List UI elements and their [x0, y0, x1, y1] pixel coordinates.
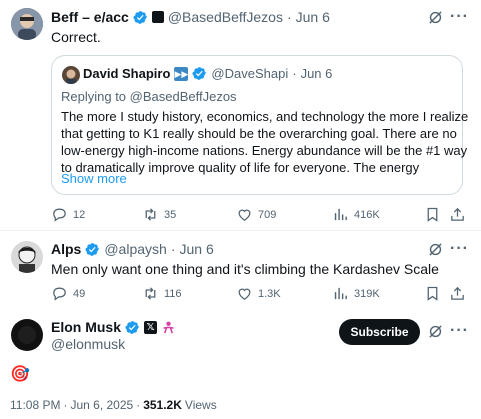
repost-icon: [145, 287, 156, 300]
like-icon: [238, 209, 251, 221]
separator: ·: [170, 241, 176, 257]
like-count: 1.3K: [258, 287, 281, 300]
quoted-tweet[interactable]: David Shapiro ▶▶ @DaveShapi · Jun 6 Repl…: [51, 55, 469, 195]
bookmark-icon[interactable]: [424, 206, 441, 228]
quote-line: The more I study history, economics, and…: [61, 109, 469, 124]
avatar-elon[interactable]: [11, 319, 43, 351]
avatar-image: [11, 319, 43, 351]
replying-to[interactable]: Replying to @BasedBeffJezos: [61, 89, 237, 104]
reply-button[interactable]: 49: [51, 285, 85, 302]
display-name[interactable]: Beff – e/acc: [51, 9, 129, 25]
tweet2-header: Alps @alpaysh · Jun 6: [51, 241, 214, 257]
tweet-text: Men only want one thing and it's climbin…: [51, 261, 439, 277]
handle[interactable]: @elonmusk: [51, 336, 125, 352]
grok-icon[interactable]: [427, 9, 444, 31]
reply-button[interactable]: 12: [51, 206, 85, 223]
affiliate-badge-icon[interactable]: [151, 11, 164, 23]
post-time[interactable]: 11:08 PM: [10, 398, 60, 412]
views-count: 351.2K: [143, 398, 182, 412]
quote-line: low-energy high-income nations. Energy a…: [61, 143, 468, 158]
views-count: 319K: [354, 287, 380, 300]
avatar-shapiro[interactable]: [62, 66, 80, 84]
like-count: 709: [258, 208, 277, 221]
avatar-image: [62, 66, 80, 84]
repost-count: 116: [164, 287, 182, 300]
tweet-emoji: 🎯: [10, 366, 30, 383]
display-name[interactable]: Alps: [51, 241, 81, 257]
separator: ·: [292, 66, 297, 81]
verified-badge-icon[interactable]: [85, 242, 100, 257]
quote-line: that getting to K1 really should be the …: [61, 126, 457, 141]
main-header: Elon Musk 𝕏: [51, 319, 176, 335]
display-name[interactable]: Elon Musk: [51, 319, 121, 335]
fast-forward-emoji-icon: ▶▶: [174, 66, 189, 81]
separator: ·: [63, 398, 68, 412]
timestamp[interactable]: Jun 6: [301, 66, 333, 81]
subscribe-button[interactable]: Subscribe: [339, 319, 420, 345]
repost-count: 35: [164, 208, 177, 221]
views-button[interactable]: 319K: [332, 285, 380, 302]
more-options-icon[interactable]: ···: [450, 240, 469, 258]
verified-badge-icon[interactable]: [192, 66, 207, 81]
repost-button[interactable]: 35: [142, 206, 176, 223]
handle[interactable]: @BasedBeffJezos: [168, 9, 283, 25]
divider: [0, 230, 481, 231]
share-icon[interactable]: [449, 285, 466, 307]
more-options-icon[interactable]: ···: [450, 322, 469, 340]
separator: ·: [286, 9, 292, 25]
timestamp[interactable]: Jun 6: [296, 9, 330, 25]
grok-icon[interactable]: [427, 241, 444, 263]
more-options-icon[interactable]: ···: [450, 8, 469, 26]
quote-header: David Shapiro ▶▶ @DaveShapi · Jun 6: [83, 66, 332, 81]
views-button[interactable]: 416K: [332, 206, 380, 223]
like-icon: [238, 288, 251, 300]
show-more-link[interactable]: Show more: [61, 171, 127, 186]
post-date[interactable]: Jun 6, 2025: [70, 398, 133, 412]
handle[interactable]: @DaveShapi: [211, 66, 288, 81]
avatar-image: [11, 8, 43, 40]
share-icon[interactable]: [449, 206, 466, 228]
avatar-image: [11, 241, 43, 273]
display-name[interactable]: David Shapiro: [83, 66, 170, 81]
avatar-beff[interactable]: [11, 8, 43, 40]
reply-icon: [53, 208, 66, 222]
reply-count: 12: [73, 208, 86, 221]
tweet-meta: 11:08 PM · Jun 6, 2025 · 351.2K Views: [10, 398, 217, 412]
reply-count: 49: [73, 287, 86, 300]
repost-icon: [145, 208, 156, 221]
avatar-alps[interactable]: [11, 241, 43, 273]
verified-badge-icon[interactable]: [125, 320, 140, 335]
repost-button[interactable]: 116: [142, 285, 182, 302]
reply-icon: [53, 287, 66, 301]
grok-icon[interactable]: [427, 323, 444, 345]
analytics-icon: [334, 208, 347, 221]
tweet-text: Correct.: [51, 29, 101, 45]
analytics-icon: [334, 287, 347, 300]
handle[interactable]: @alpaysh: [104, 241, 166, 257]
views-count: 416K: [354, 208, 380, 221]
bookmark-icon[interactable]: [424, 285, 441, 307]
like-button[interactable]: 709: [236, 206, 276, 223]
quote-text: The more I study history, economics, and…: [61, 108, 469, 176]
separator: ·: [136, 398, 141, 412]
pink-figure-icon: [163, 321, 174, 333]
like-button[interactable]: 1.3K: [236, 285, 281, 302]
tweet1-header: Beff – e/acc @BasedBeffJezos · Jun 6: [51, 9, 330, 25]
x-affiliate-icon[interactable]: 𝕏: [144, 320, 158, 334]
views-label: Views: [184, 398, 217, 412]
verified-badge-icon[interactable]: [133, 10, 148, 25]
timestamp[interactable]: Jun 6: [179, 241, 213, 257]
